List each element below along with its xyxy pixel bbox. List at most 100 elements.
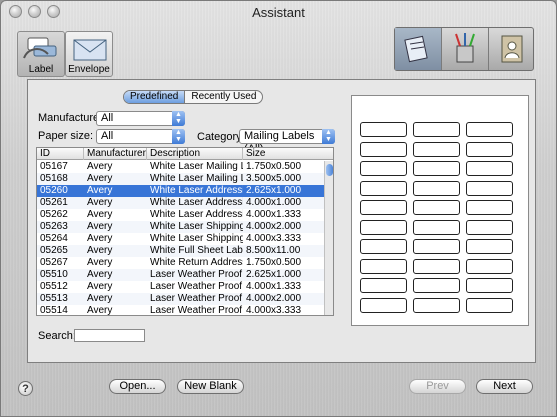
table-row[interactable]: 05261 Avery White Laser Addressing Labels … (37, 197, 326, 209)
table-row[interactable]: 05267 Avery White Return Addressing Label1… (37, 257, 326, 269)
manufacturer-popup[interactable]: All ▲ ▼ (96, 111, 185, 126)
row-manufacturer: Avery (87, 269, 113, 280)
row-description: White Laser Addressing Labels ( (150, 185, 243, 196)
column-header-id[interactable]: ID (37, 148, 84, 160)
column-header-description[interactable]: Description (147, 148, 243, 160)
preview-label-cell (413, 258, 460, 274)
next-button[interactable]: Next (476, 379, 533, 394)
table-row[interactable]: 05264 Avery White Laser Shipping Labels (6… (37, 233, 326, 245)
row-manufacturer: Avery (87, 305, 113, 316)
row-id: 05167 (40, 161, 68, 172)
row-size: 4.000x1.333 (246, 209, 302, 220)
search-label: Search: (38, 330, 76, 342)
mode-layout-button[interactable] (395, 28, 442, 70)
row-size: 4.000x3.333 (246, 233, 302, 244)
table-row[interactable]: 05263 Avery White Laser Shipping Labels (1… (37, 221, 326, 233)
assistant-window: Assistant Label Envelope Predefined Rece… (0, 0, 557, 417)
row-size: 1.750x0.500 (246, 161, 302, 172)
row-description: White Laser Shipping Labels (6) (150, 233, 243, 244)
row-description: White Return Addressing Label (150, 257, 243, 268)
mode-contacts-button[interactable] (489, 28, 535, 70)
preview-label-cell (360, 258, 407, 274)
table-row[interactable]: 05514 Avery Laser Weather Proof Mailing La… (37, 305, 326, 316)
manufacturer-value: All (101, 112, 114, 124)
segment-predefined[interactable]: Predefined (124, 91, 186, 103)
row-id: 05262 (40, 209, 68, 220)
preview-label-cell (360, 239, 407, 254)
row-description: White Laser Mailing Labels (80 l (150, 161, 243, 172)
row-size: 4.000x1.333 (246, 281, 302, 292)
preview-label-cell (360, 278, 407, 293)
table-row[interactable]: 05167 Avery White Laser Mailing Labels (80… (37, 161, 326, 173)
preview-label-cell (466, 258, 513, 274)
row-description: White Laser Shipping Labels (10 (150, 221, 243, 232)
table-row[interactable]: 05262 Avery White Laser Addressing Labels … (37, 209, 326, 221)
row-id: 05512 (40, 281, 68, 292)
row-id: 05168 (40, 173, 68, 184)
scrollbar-thumb[interactable] (326, 164, 333, 176)
preview-label-cell (413, 200, 460, 215)
row-size: 2.625x1.000 (246, 185, 302, 196)
column-header-size[interactable]: Size (243, 148, 333, 160)
brushes-icon (455, 33, 475, 63)
category-popup[interactable]: Mailing Labels (All) ▲▼ (239, 129, 335, 155)
row-id: 05263 (40, 221, 68, 232)
row-id: 05261 (40, 197, 68, 208)
row-description: Laser Weather Proof Mailing Lat (150, 305, 243, 316)
table-rows: 05167 Avery White Laser Mailing Labels (80… (37, 161, 326, 316)
row-description: White Laser Mailing Labels (4 la (150, 173, 243, 184)
paper-size-label: Paper size: (38, 130, 94, 142)
preview-label-cell (466, 180, 513, 196)
tab-envelope-text: Envelope (68, 64, 110, 75)
tab-label[interactable]: Label (17, 31, 65, 79)
table-row[interactable]: 05510 Avery Laser Weather Proof Mailing La… (37, 269, 326, 281)
row-size: 4.000x3.333 (246, 305, 302, 316)
preview-label-cell (466, 239, 513, 254)
row-manufacturer: Avery (87, 293, 113, 304)
row-description: White Laser Addressing Labels ( (150, 209, 243, 220)
table-row[interactable]: 05512 Avery Laser Weather Proof Mailing La… (37, 281, 326, 293)
table-row[interactable]: 05260 Avery White Laser Addressing Labels … (37, 185, 326, 197)
open-button[interactable]: Open... (109, 379, 166, 394)
window-title: Assistant (252, 5, 305, 20)
row-size: 4.000x1.000 (246, 197, 302, 208)
row-manufacturer: Avery (87, 257, 113, 268)
row-description: White Laser Addressing Labels ( (150, 197, 243, 208)
row-manufacturer: Avery (87, 221, 113, 232)
row-id: 05267 (40, 257, 68, 268)
preview-label-cell (413, 297, 460, 313)
mode-toolbar (394, 27, 534, 71)
category-label: Category: (197, 131, 245, 143)
segment-recently-used[interactable]: Recently Used (185, 91, 262, 103)
preview-label-cell (413, 180, 460, 196)
search-input[interactable] (74, 329, 145, 342)
paper-size-value: All (101, 130, 114, 142)
row-id: 05513 (40, 293, 68, 304)
layout-icon (404, 35, 428, 63)
preview-label-cell (466, 297, 513, 313)
row-description: White Full Sheet Label (1 label) (150, 245, 243, 256)
title-bar: Assistant (1, 1, 556, 23)
row-description: Laser Weather Proof Mailing Lat (150, 281, 243, 292)
row-manufacturer: Avery (87, 281, 113, 292)
address-book-icon (501, 35, 523, 63)
table-scrollbar[interactable] (324, 161, 333, 315)
popup-arrows-icon: ▲ ▼ (322, 129, 335, 144)
prev-button[interactable]: Prev (409, 379, 466, 394)
mode-design-button[interactable] (442, 28, 489, 70)
table-row[interactable]: 05265 Avery White Full Sheet Label (1 labe… (37, 245, 326, 257)
tab-envelope[interactable]: Envelope (65, 31, 113, 79)
row-size: 4.000x2.000 (246, 293, 302, 304)
new-blank-button[interactable]: New Blank (177, 379, 244, 394)
table-row[interactable]: 05513 Avery Laser Weather Proof Mailing La… (37, 293, 326, 305)
labels-table: ID Manufacturer Description Size 05167 Av… (36, 147, 334, 316)
preview-label-cell (466, 200, 513, 215)
preview-label-cell (413, 161, 460, 176)
envelope-icon (73, 39, 107, 61)
table-row[interactable]: 05168 Avery White Laser Mailing Labels (4 … (37, 173, 326, 185)
paper-size-popup[interactable]: All ▲ ▼ (96, 129, 185, 144)
help-button[interactable]: ? (18, 381, 33, 396)
popup-arrows-icon: ▲ ▼ (172, 111, 185, 126)
column-header-manufacturer[interactable]: Manufacturer (84, 148, 147, 160)
row-manufacturer: Avery (87, 161, 113, 172)
